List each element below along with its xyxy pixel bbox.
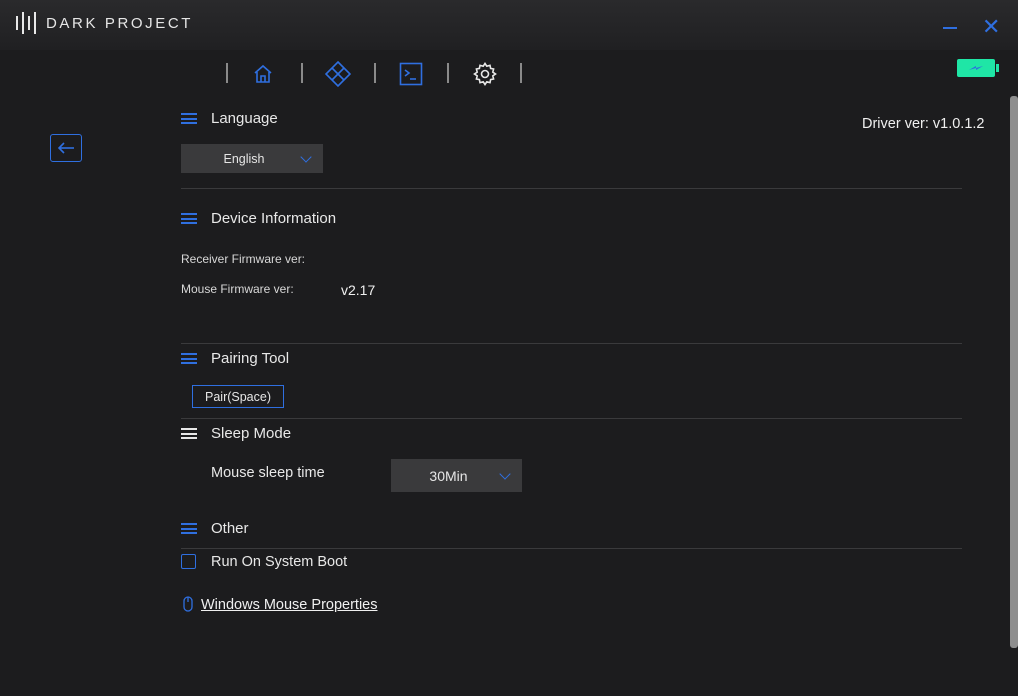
diamond-grid-icon [325,61,351,87]
chevron-down-icon [499,468,511,480]
language-title: Language [211,110,278,127]
home-icon [254,64,272,83]
divider [181,548,962,549]
language-section-header: Language [181,110,278,127]
nav-separator [447,63,449,83]
device-info-title: Device Information [211,210,337,227]
other-title: Other [211,520,249,537]
menu-lines-icon [181,353,197,364]
chevron-down-icon [300,151,312,163]
sleep-section-header: Sleep Mode [181,425,291,442]
arrow-left-icon [57,142,74,154]
sleep-time-select[interactable]: 30Min [391,459,522,492]
sleep-title: Sleep Mode [211,425,292,442]
menu-lines-icon [181,213,197,224]
pairing-section-header: Pairing Tool [181,350,289,367]
back-button[interactable] [50,134,82,162]
mouse-icon [183,596,193,612]
scrollbar[interactable] [1010,96,1018,648]
logo-icon [16,12,36,34]
menu-lines-icon [181,428,197,439]
nav-separator [301,63,303,83]
run-on-boot-checkbox[interactable] [181,554,196,569]
nav-separator [374,63,376,83]
language-selected: English [223,151,265,166]
nav-buttons-button[interactable] [324,60,352,88]
sleep-time-label: Mouse sleep time [211,465,325,481]
menu-lines-icon [181,113,197,124]
run-on-boot-label: Run On System Boot [211,554,348,570]
battery-tip [996,64,999,72]
menu-lines-icon [181,523,197,534]
divider [181,188,962,189]
gear-icon [473,62,497,86]
driver-version: Driver ver: v1.0.1.2 [862,116,985,132]
receiver-firmware-label: Receiver Firmware ver: [181,252,306,266]
divider [181,343,962,344]
mouse-icon-wrap [183,596,193,617]
language-select[interactable]: English [181,144,323,173]
nav-settings-button[interactable] [471,60,499,88]
divider [181,418,962,419]
windows-mouse-properties-link[interactable]: Windows Mouse Properties [201,597,378,613]
other-section-header: Other [181,520,249,537]
sleep-time-selected: 30Min [429,467,468,484]
battery-charging-icon [969,66,983,70]
terminal-icon [399,62,423,86]
brand-name: DARK PROJECT [46,14,194,32]
nav-separator [520,63,522,83]
mouse-firmware-value: v2.17 [341,282,376,298]
minimize-button[interactable] [943,27,957,29]
nav-home-button[interactable] [249,60,277,88]
brand-logo: DARK PROJECT [16,12,193,34]
device-info-section-header: Device Information [181,210,336,227]
pairing-title: Pairing Tool [211,350,290,367]
nav-separator [226,63,228,83]
battery-indicator [957,59,995,77]
mouse-firmware-label: Mouse Firmware ver: [181,282,294,296]
nav-macro-button[interactable] [397,60,425,88]
pair-button[interactable]: Pair(Space) [192,385,284,408]
close-button[interactable]: ✕ [982,16,1000,38]
